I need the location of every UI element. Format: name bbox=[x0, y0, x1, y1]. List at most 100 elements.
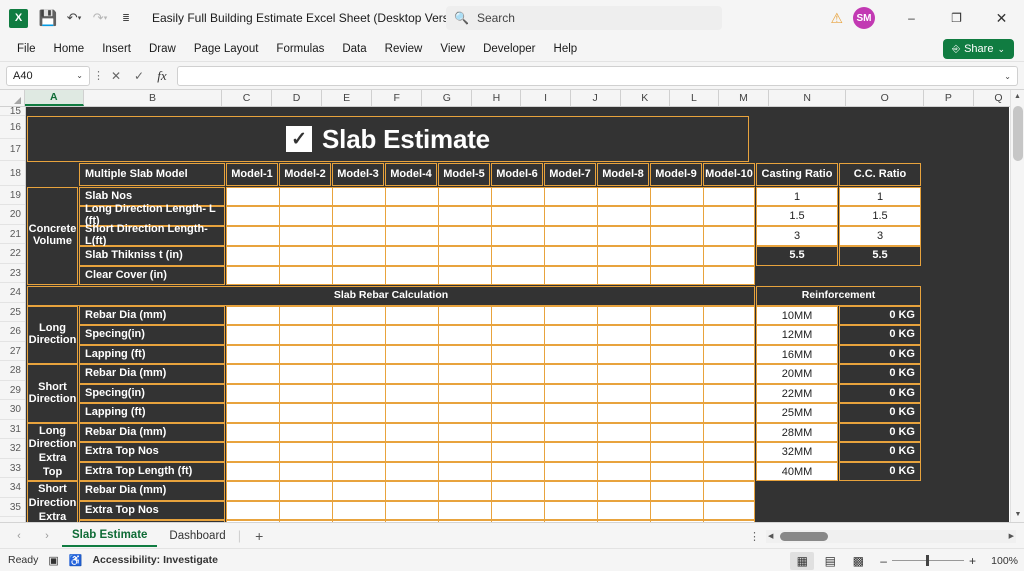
cc-ratio-value-3[interactable]: 5.5 bbox=[839, 246, 921, 266]
zoom-out-button[interactable]: – bbox=[880, 554, 887, 568]
ribbon-tab-draw[interactable]: Draw bbox=[140, 40, 185, 58]
enter-icon[interactable]: ✓ bbox=[129, 69, 149, 83]
row-header-33[interactable]: 33 bbox=[0, 459, 25, 478]
zoom-track[interactable] bbox=[891, 555, 964, 566]
row-header-21[interactable]: 21 bbox=[0, 225, 25, 244]
zoom-slider[interactable]: – + bbox=[880, 554, 976, 568]
sheet-tab-slab-estimate[interactable]: Slab Estimate bbox=[62, 525, 158, 547]
add-sheet-button[interactable]: + bbox=[243, 528, 275, 544]
column-header-h[interactable]: H bbox=[472, 90, 522, 106]
redo-icon[interactable]: ↷ ▾ bbox=[88, 6, 112, 30]
scroll-up-icon[interactable]: ▲ bbox=[1011, 90, 1024, 104]
vertical-scrollbar[interactable]: ▲ ▼ bbox=[1010, 90, 1024, 522]
row-header-35[interactable]: 35 bbox=[0, 498, 25, 517]
cc-ratio-value-1[interactable]: 1.5 bbox=[839, 206, 921, 226]
row-header-31[interactable]: 31 bbox=[0, 420, 25, 439]
share-button[interactable]: ⎆ Share ⌄ bbox=[943, 39, 1014, 59]
close-button[interactable]: ✕ bbox=[979, 0, 1024, 36]
ribbon-tab-file[interactable]: File bbox=[8, 40, 45, 58]
customize-quick-access-icon[interactable]: ≣ bbox=[114, 6, 138, 30]
row-header-23[interactable]: 23 bbox=[0, 264, 25, 283]
undo-icon[interactable]: ↶ ▾ bbox=[62, 6, 86, 30]
warning-icon[interactable]: ⚠ bbox=[830, 10, 843, 27]
scroll-right-icon[interactable]: ▶ bbox=[1009, 532, 1014, 540]
zoom-knob[interactable] bbox=[925, 555, 929, 566]
ribbon-tab-formulas[interactable]: Formulas bbox=[267, 40, 333, 58]
column-header-p[interactable]: P bbox=[923, 90, 974, 106]
column-header-i[interactable]: I bbox=[521, 90, 571, 106]
ribbon-tab-insert[interactable]: Insert bbox=[93, 40, 140, 58]
scroll-down-icon[interactable]: ▼ bbox=[1011, 508, 1024, 522]
search-input[interactable]: 🔍 Search bbox=[446, 6, 722, 30]
column-header-g[interactable]: G bbox=[422, 90, 473, 106]
column-header-c[interactable]: C bbox=[221, 90, 273, 106]
row-header-17[interactable]: 17 bbox=[0, 139, 25, 161]
select-all-corner[interactable] bbox=[0, 90, 25, 106]
save-icon[interactable]: 💾 bbox=[36, 6, 60, 30]
page-layout-view-icon[interactable]: ▤ bbox=[818, 552, 842, 570]
ribbon-tab-data[interactable]: Data bbox=[333, 40, 375, 58]
row-header-22[interactable]: 22 bbox=[0, 244, 25, 264]
grid-cells-area[interactable]: ✓ Slab Estimate Multiple Slab Model Mode… bbox=[26, 107, 1024, 522]
row-header-24[interactable]: 24 bbox=[0, 283, 25, 303]
row-header-20[interactable]: 20 bbox=[0, 205, 25, 225]
row-header-16[interactable]: 16 bbox=[0, 116, 25, 139]
casting-ratio-value-2[interactable]: 3 bbox=[756, 226, 838, 246]
more-options-icon[interactable]: ⋮ bbox=[93, 69, 104, 82]
column-header-b[interactable]: B bbox=[84, 90, 222, 106]
prev-sheet-button[interactable]: ‹ bbox=[6, 530, 32, 542]
column-header-f[interactable]: F bbox=[372, 90, 423, 106]
row-header-19[interactable]: 19 bbox=[0, 186, 25, 205]
zoom-level[interactable]: 100% bbox=[986, 555, 1018, 567]
row-header-15[interactable]: 15 bbox=[0, 106, 25, 117]
column-header-o[interactable]: O bbox=[846, 90, 924, 106]
column-header-e[interactable]: E bbox=[322, 90, 373, 106]
row-header-27[interactable]: 27 bbox=[0, 342, 25, 361]
row-header-28[interactable]: 28 bbox=[0, 361, 25, 381]
scroll-left-icon[interactable]: ◀ bbox=[768, 532, 773, 540]
ribbon-tab-review[interactable]: Review bbox=[376, 40, 432, 58]
vertical-scroll-thumb[interactable] bbox=[1013, 106, 1023, 161]
cc-ratio-value-0[interactable]: 1 bbox=[839, 187, 921, 206]
row-header-30[interactable]: 30 bbox=[0, 400, 25, 420]
casting-ratio-value-3[interactable]: 5.5 bbox=[756, 246, 838, 266]
avatar[interactable]: SM bbox=[853, 7, 875, 29]
ribbon-tab-page-layout[interactable]: Page Layout bbox=[185, 40, 268, 58]
zoom-in-button[interactable]: + bbox=[969, 554, 976, 568]
chevron-down-icon[interactable]: ⌄ bbox=[1004, 72, 1011, 81]
row-header-26[interactable]: 26 bbox=[0, 322, 25, 342]
record-macro-icon[interactable]: ▣ bbox=[48, 554, 58, 567]
cancel-icon[interactable]: ✕ bbox=[106, 69, 126, 83]
minimize-button[interactable]: – bbox=[889, 0, 934, 36]
casting-ratio-value-1[interactable]: 1.5 bbox=[756, 206, 838, 226]
row-header-18[interactable]: 18 bbox=[0, 161, 25, 186]
next-sheet-button[interactable]: › bbox=[34, 530, 60, 542]
column-header-m[interactable]: M bbox=[718, 90, 769, 106]
name-box[interactable]: A40 ⌄ bbox=[6, 65, 90, 86]
column-header-n[interactable]: N bbox=[769, 90, 847, 106]
formula-input[interactable]: ⌄ bbox=[177, 65, 1018, 86]
column-header-l[interactable]: L bbox=[669, 90, 719, 106]
column-header-k[interactable]: K bbox=[620, 90, 670, 106]
ribbon-tab-home[interactable]: Home bbox=[45, 40, 94, 58]
more-options-icon[interactable]: ⋮ bbox=[743, 530, 766, 543]
ribbon-tab-developer[interactable]: Developer bbox=[474, 40, 544, 58]
insert-function-icon[interactable]: fx bbox=[152, 68, 172, 84]
column-header-d[interactable]: D bbox=[272, 90, 323, 106]
horizontal-scrollbar[interactable]: ◀ ▶ bbox=[766, 529, 1016, 543]
row-header-25[interactable]: 25 bbox=[0, 303, 25, 322]
maximize-button[interactable]: ❐ bbox=[934, 0, 979, 36]
row-header-29[interactable]: 29 bbox=[0, 381, 25, 400]
normal-view-icon[interactable]: ▦ bbox=[790, 551, 815, 570]
casting-ratio-value-0[interactable]: 1 bbox=[756, 187, 838, 206]
sheet-tab-dashboard[interactable]: Dashboard bbox=[159, 526, 235, 546]
page-break-view-icon[interactable]: ▩ bbox=[846, 552, 870, 570]
row-header-34[interactable]: 34 bbox=[0, 478, 25, 498]
ribbon-tab-help[interactable]: Help bbox=[545, 40, 587, 58]
accessibility-label[interactable]: Accessibility: Investigate bbox=[92, 554, 217, 566]
horizontal-scroll-thumb[interactable] bbox=[780, 531, 828, 541]
cc-ratio-value-2[interactable]: 3 bbox=[839, 226, 921, 246]
title-checkbox[interactable]: ✓ bbox=[286, 126, 313, 152]
row-header-32[interactable]: 32 bbox=[0, 439, 25, 459]
column-header-a[interactable]: A bbox=[24, 90, 85, 106]
